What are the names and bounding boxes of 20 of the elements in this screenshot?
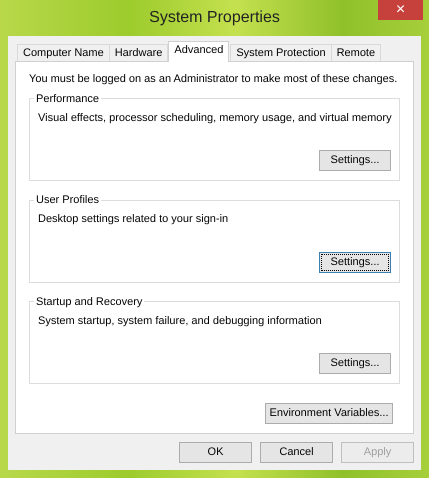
group-description: Desktop settings related to your sign-in [38, 212, 230, 227]
dialog-button[interactable]: OK [179, 442, 252, 463]
settings-button[interactable]: Settings... [319, 252, 391, 272]
close-button[interactable]: × [378, 0, 423, 20]
settings-button[interactable]: Settings... [319, 353, 391, 374]
settings-button[interactable]: Settings... [319, 150, 391, 171]
group-description: Visual effects, processor scheduling, memory usage, and virtual memory [38, 110, 391, 126]
tab[interactable]: Remote [330, 44, 382, 62]
environment-variables-button[interactable]: Environment Variables... [265, 403, 393, 424]
window-title: System Properties [149, 8, 280, 28]
group-title: User Profiles [35, 193, 100, 207]
tab[interactable]: System Protection [230, 44, 332, 62]
group-description: System startup, system failure, and debugging information [38, 314, 323, 328]
dialog-button[interactable]: Cancel [260, 442, 333, 463]
tab[interactable]: Advanced [168, 41, 230, 62]
notice-text: You must be logged on as an Administrator to make most of these changes. [29, 72, 398, 87]
group-title: Performance [35, 92, 100, 106]
group-title: Startup and Recovery [35, 294, 144, 308]
tab[interactable]: Hardware [108, 44, 168, 62]
tab[interactable]: Computer Name [17, 44, 110, 62]
